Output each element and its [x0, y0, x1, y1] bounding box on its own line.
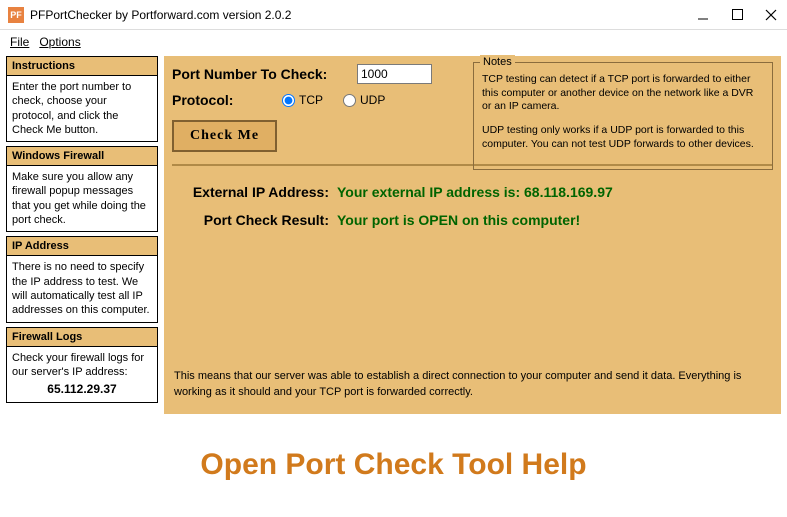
notes-box: Notes TCP testing can detect if a TCP po…	[473, 62, 773, 170]
footnote: This means that our server was able to e…	[174, 369, 771, 400]
logs-text: Check your firewall logs for our server'…	[12, 352, 144, 378]
radio-udp-input[interactable]	[343, 94, 356, 107]
ip-head: IP Address	[7, 237, 157, 256]
result-label: Port Check Result:	[172, 212, 337, 228]
radio-udp[interactable]: UDP	[343, 93, 385, 107]
window-title: PFPortChecker by Portforward.com version…	[30, 8, 695, 22]
titlebar: PF PFPortChecker by Portforward.com vers…	[0, 0, 787, 30]
close-button[interactable]	[763, 7, 779, 23]
menu-options[interactable]: Options	[35, 33, 84, 51]
notes-p2: UDP testing only works if a UDP port is …	[482, 124, 764, 151]
firewall-box: Windows Firewall Make sure you allow any…	[6, 146, 158, 232]
radio-udp-label: UDP	[360, 93, 385, 107]
menubar: File Options	[0, 30, 787, 54]
instructions-body: Enter the port number to check, choose y…	[7, 76, 157, 141]
page-title: Open Port Check Tool Help	[0, 448, 787, 482]
logs-body: Check your firewall logs for our server'…	[7, 347, 157, 402]
logs-head: Firewall Logs	[7, 328, 157, 347]
radio-tcp-label: TCP	[299, 93, 323, 107]
result-value: Your port is OPEN on this computer!	[337, 212, 580, 228]
notes-legend: Notes	[480, 55, 515, 69]
notes-p1: TCP testing can detect if a TCP port is …	[482, 73, 764, 114]
minimize-button[interactable]	[695, 7, 711, 23]
instructions-head: Instructions	[7, 57, 157, 76]
main-panel: Port Number To Check: Protocol: TCP UDP …	[164, 56, 781, 414]
check-me-button[interactable]: Check Me	[172, 120, 277, 152]
ext-ip-value: Your external IP address is: 68.118.169.…	[337, 184, 613, 200]
server-ip: 65.112.29.37	[12, 382, 152, 398]
radio-tcp-input[interactable]	[282, 94, 295, 107]
radio-tcp[interactable]: TCP	[282, 93, 323, 107]
firewall-head: Windows Firewall	[7, 147, 157, 166]
firewall-body: Make sure you allow any firewall popup m…	[7, 166, 157, 231]
menu-file[interactable]: File	[6, 33, 33, 51]
ext-ip-label: External IP Address:	[172, 184, 337, 200]
instructions-box: Instructions Enter the port number to ch…	[6, 56, 158, 142]
ip-body: There is no need to specify the IP addre…	[7, 256, 157, 321]
port-label: Port Number To Check:	[172, 66, 347, 82]
app-icon: PF	[8, 7, 24, 23]
ip-box: IP Address There is no need to specify t…	[6, 236, 158, 322]
logs-box: Firewall Logs Check your firewall logs f…	[6, 327, 158, 403]
maximize-button[interactable]	[729, 7, 745, 23]
protocol-label: Protocol:	[172, 92, 272, 108]
sidebar: Instructions Enter the port number to ch…	[6, 56, 158, 414]
port-input[interactable]	[357, 64, 432, 84]
